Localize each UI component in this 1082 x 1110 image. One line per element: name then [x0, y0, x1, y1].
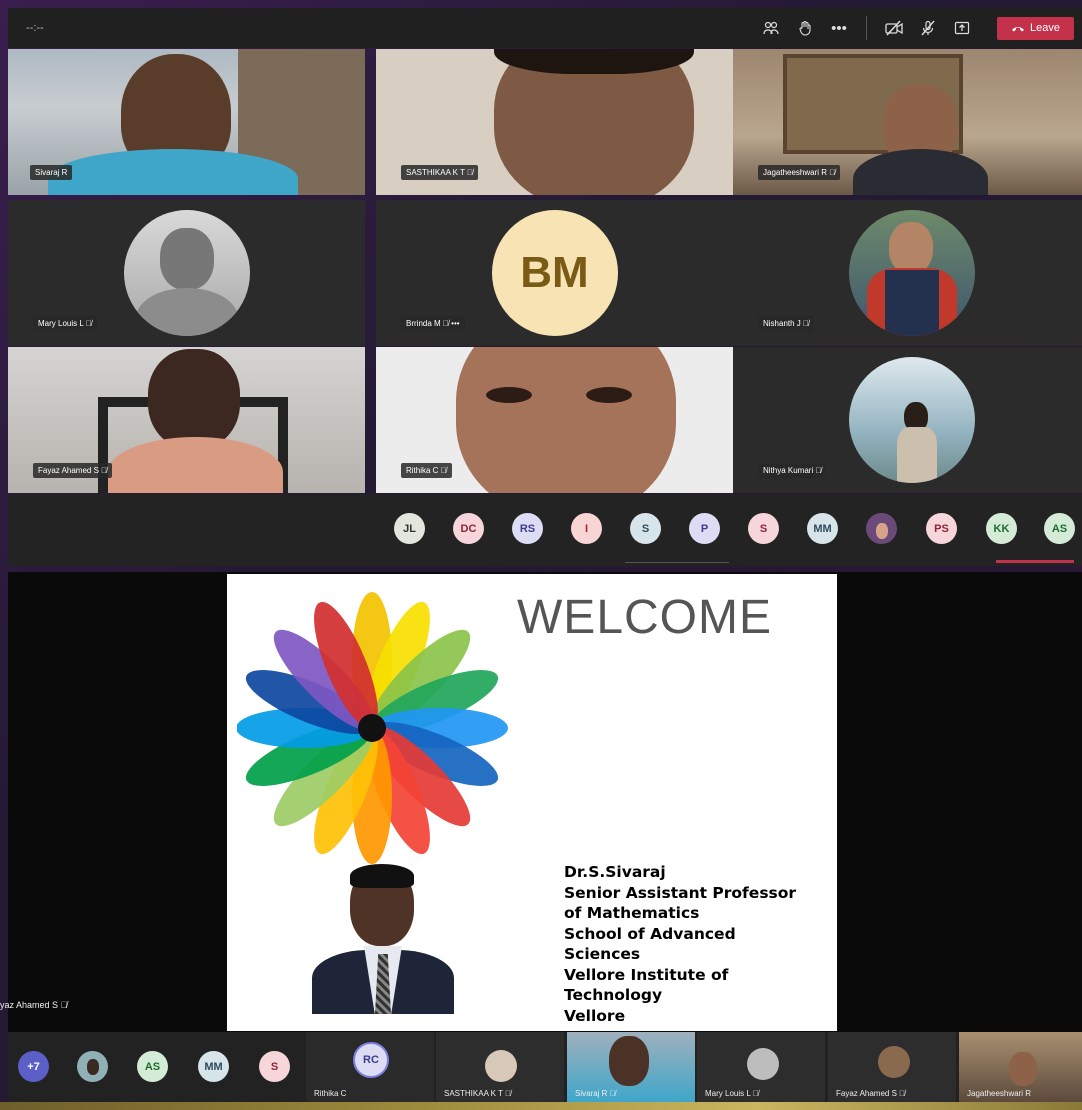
participant-avatar[interactable]: S	[748, 513, 779, 544]
participants-icon[interactable]	[757, 14, 785, 42]
strip-divider	[625, 562, 729, 563]
os-taskbar	[0, 1102, 1082, 1110]
presenter-credits: Dr.S.Sivaraj Senior Assistant Professor …	[564, 863, 797, 1025]
participant-avatar[interactable]: RS	[512, 513, 543, 544]
participant-name: Jagatheeshwari R	[967, 1089, 1032, 1098]
leave-button[interactable]: Leave	[997, 16, 1074, 40]
mic-off-icon[interactable]	[914, 14, 942, 42]
participant-name: SASTHIKAA K T 🎙̸	[401, 165, 479, 180]
profile-photo	[848, 357, 975, 483]
participant-name: Rithika C 🎙̸	[401, 463, 452, 478]
video-tile[interactable]: Rithika C 🎙̸	[376, 347, 733, 493]
presentation-slide: WELCOME Dr.S.Sivaraj Senior Assistant Pr…	[227, 574, 837, 1031]
leave-label: Leave	[1030, 22, 1060, 34]
profile-photo	[123, 210, 250, 336]
bottom-video-tile[interactable]: Jagatheeshwari R	[959, 1032, 1082, 1102]
bottom-video-tile[interactable]: Mary Louis L 🎙̸	[697, 1032, 825, 1102]
participant-avatar[interactable]: JL	[394, 513, 425, 544]
participant-name: Mary Louis L 🎙̸	[33, 316, 97, 331]
participant-tile[interactable]: Nishanth J 🎙̸	[733, 200, 1082, 346]
flower-logo	[237, 592, 508, 864]
initials-avatar: RC	[353, 1042, 389, 1078]
flower-center	[358, 714, 386, 742]
overflow-count-badge[interactable]: +7	[18, 1051, 49, 1082]
participant-name: Sivaraj R	[30, 165, 73, 180]
initials-avatar: BM	[491, 210, 618, 336]
profile-photo	[848, 210, 975, 336]
participant-avatar-photo[interactable]	[866, 513, 897, 544]
meeting-toolbar: --:-- ••• Leave	[8, 8, 1082, 48]
phone-hangup-icon	[1012, 27, 1024, 32]
participant-avatar[interactable]: MM	[807, 513, 838, 544]
participant-avatar[interactable]: S	[630, 513, 661, 544]
person-body	[853, 149, 988, 195]
person-head	[148, 349, 240, 449]
participant-name: Sivaraj R 🎙̸	[575, 1089, 616, 1098]
participant-name: Brrinda M 🎙̸ •••	[401, 316, 465, 331]
participant-name: Rithika C	[314, 1089, 347, 1098]
toolbar-divider	[866, 16, 867, 40]
meeting-timer: --:--	[26, 22, 44, 34]
profile-photo	[747, 1048, 779, 1080]
participant-name: Nithya Kumari 🎙̸	[758, 463, 827, 478]
participant-avatar[interactable]: I	[571, 513, 602, 544]
participant-avatar[interactable]: P	[689, 513, 720, 544]
presenter-portrait	[302, 862, 464, 1014]
participant-name: Nishanth J 🎙̸	[758, 316, 815, 331]
participant-tile[interactable]: BM Brrinda M 🎙̸ •••	[376, 200, 733, 346]
participant-avatar[interactable]: PS	[926, 513, 957, 544]
camera-off-icon[interactable]	[880, 14, 908, 42]
presenter-name-label: yaz Ahamed S 🎙̸	[0, 1000, 68, 1010]
participant-name: Fayaz Ahamed S 🎙̸	[836, 1089, 906, 1098]
participant-name: Mary Louis L 🎙̸	[705, 1089, 759, 1098]
bottom-video-tile[interactable]: SASTHIKAA K T 🎙̸	[436, 1032, 564, 1102]
raise-hand-icon[interactable]	[791, 14, 819, 42]
profile-photo	[485, 1050, 517, 1082]
video-tile[interactable]: Fayaz Ahamed S 🎙̸	[8, 347, 365, 493]
video-tile[interactable]: SASTHIKAA K T 🎙̸	[376, 49, 733, 195]
share-tray-icon[interactable]	[948, 14, 976, 42]
participant-strip	[8, 494, 1082, 566]
participant-name: SASTHIKAA K T 🎙̸	[444, 1089, 512, 1098]
more-options-icon[interactable]: •••	[451, 319, 459, 328]
strip-scroll-indicator	[996, 560, 1074, 563]
participant-tile[interactable]: Mary Louis L 🎙̸	[8, 200, 365, 346]
bottom-video-tile[interactable]: Fayaz Ahamed S 🎙̸	[828, 1032, 956, 1102]
person-face	[456, 347, 676, 493]
participant-avatar[interactable]: AS	[1044, 513, 1075, 544]
slide-title: WELCOME	[517, 591, 773, 644]
video-tile[interactable]: Sivaraj R	[8, 49, 365, 195]
more-icon[interactable]: •••	[825, 14, 853, 42]
participant-avatar[interactable]: AS	[137, 1051, 168, 1082]
participant-avatar[interactable]: MM	[198, 1051, 229, 1082]
profile-photo	[878, 1046, 910, 1078]
participant-avatar[interactable]: S	[259, 1051, 290, 1082]
participant-tile[interactable]: Nithya Kumari 🎙̸	[733, 347, 1082, 493]
bottom-video-tile[interactable]: RC Rithika C	[306, 1032, 434, 1102]
participant-avatar[interactable]: KK	[986, 513, 1017, 544]
bottom-video-tile-active[interactable]: Sivaraj R 🎙̸	[567, 1032, 695, 1102]
video-tile[interactable]: Jagatheeshwari R 🎙̸	[733, 49, 1082, 195]
participant-avatar-photo[interactable]	[77, 1051, 108, 1082]
participant-name: Jagatheeshwari R 🎙̸	[758, 165, 841, 180]
participant-name: Fayaz Ahamed S 🎙̸	[33, 463, 113, 478]
participant-avatar[interactable]: DC	[453, 513, 484, 544]
